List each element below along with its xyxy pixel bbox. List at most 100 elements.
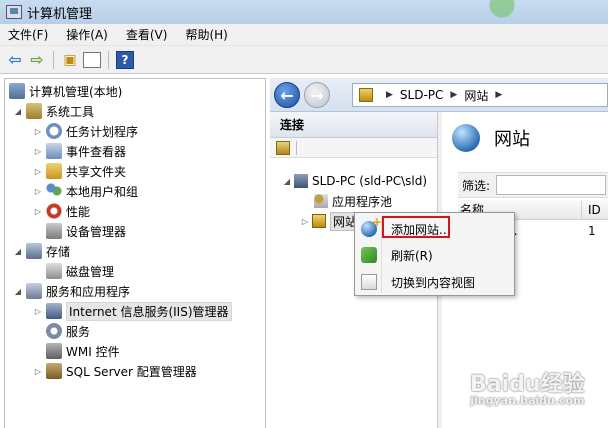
tree-item-shared-folders[interactable]: ▷ 共享文件夹	[33, 161, 126, 181]
breadcrumb-sites[interactable]: 网站	[464, 87, 488, 104]
refresh-icon	[361, 247, 377, 263]
disk-icon	[46, 263, 62, 279]
tree-item-label: 服务和应用程序	[46, 284, 131, 299]
menu-bar: 文件(F) 操作(A) 查看(V) 帮助(H)	[0, 24, 608, 46]
tree-item-label: 系统工具	[46, 104, 95, 119]
tree-item-services[interactable]: 服务	[46, 321, 90, 341]
content-view-icon	[361, 274, 377, 290]
console-tree: 计算机管理(本地) ◢ 系统工具 ▷ 任务计划程序 ▷ 事件查看器 ▷ 共享文件…	[4, 78, 266, 428]
toolbar: ⇦ ⇨ ▣ ?	[0, 46, 608, 74]
menu-action[interactable]: 操作(A)	[66, 26, 108, 43]
tree-item-label: 事件查看器	[66, 144, 127, 159]
computer-management-icon	[6, 5, 22, 19]
tree-item-system-tools[interactable]: ◢ 系统工具	[13, 101, 94, 121]
tree-item-iis-manager[interactable]: ▷ Internet 信息服务(IIS)管理器	[33, 301, 232, 321]
watermark-sub: jingyan.baidu.com	[470, 394, 585, 407]
tree-item-device-manager[interactable]: 设备管理器	[46, 221, 126, 241]
clock-icon	[46, 123, 62, 139]
tree-item-label: 本地用户和组	[66, 184, 139, 199]
tree-item-label: SLD-PC (sld-PC\sld)	[312, 174, 428, 188]
breadcrumb-arrow-icon[interactable]: ▶	[450, 90, 457, 100]
tree-item-task-scheduler[interactable]: ▷ 任务计划程序	[33, 121, 138, 141]
filter-label: 筛选:	[462, 178, 491, 193]
sites-folder-icon	[312, 214, 326, 228]
tree-item-label: 共享文件夹	[66, 164, 127, 179]
tree-item-computer-management[interactable]: 计算机管理(本地)	[9, 81, 122, 101]
tree-item-label: WMI 控件	[66, 344, 120, 359]
tree-item-event-viewer[interactable]: ▷ 事件查看器	[33, 141, 126, 161]
title-decoration	[472, 0, 532, 24]
add-website-icon	[361, 215, 382, 237]
gear-icon	[46, 323, 62, 339]
tree-item-storage[interactable]: ◢ 存储	[13, 241, 70, 261]
toolbar-separator	[53, 50, 54, 69]
sites-title: 网站	[494, 129, 530, 150]
up-folder-icon[interactable]: ▣	[61, 51, 79, 69]
tree-item-performance[interactable]: ▷ 性能	[33, 201, 90, 221]
menu-view[interactable]: 查看(V)	[126, 26, 168, 43]
connections-tree-sites[interactable]: ▷ 网站	[300, 211, 361, 231]
sql-icon	[46, 363, 62, 379]
breadcrumb-arrow-icon[interactable]: ▶	[495, 90, 502, 100]
filter-input[interactable]	[496, 175, 607, 195]
expand-icon[interactable]: ▷	[33, 167, 43, 176]
back-button[interactable]: ←	[274, 82, 300, 108]
site-folder-icon	[359, 88, 373, 102]
tree-item-label: Internet 信息服务(IIS)管理器	[66, 301, 232, 321]
expand-icon[interactable]: ▷	[33, 207, 43, 216]
performance-icon	[46, 203, 62, 219]
collapse-icon[interactable]: ◢	[13, 287, 23, 296]
sites-header: 网站	[452, 124, 530, 152]
expand-icon[interactable]: ▷	[33, 367, 43, 376]
iis-icon	[46, 303, 62, 319]
tree-item-label: 设备管理器	[66, 224, 127, 239]
menu-help[interactable]: 帮助(H)	[185, 26, 227, 43]
tree-item-label: 性能	[66, 204, 91, 219]
storage-icon	[26, 243, 42, 259]
tree-item-services-apps[interactable]: ◢ 服务和应用程序	[13, 281, 130, 301]
collapse-icon[interactable]: ◢	[13, 247, 23, 256]
tree-item-local-users[interactable]: ▷ 本地用户和组	[33, 181, 138, 201]
column-header-id[interactable]: ID	[582, 203, 601, 217]
services-apps-icon	[26, 283, 42, 299]
expand-icon[interactable]: ▷	[33, 127, 43, 136]
help-icon[interactable]: ?	[116, 50, 134, 69]
show-hide-tree-icon[interactable]	[83, 51, 101, 68]
connections-tree-app-pools[interactable]: 应用程序池	[314, 192, 392, 210]
menu-item-refresh[interactable]: 刷新(R)	[357, 243, 512, 267]
menu-item-label: 刷新(R)	[391, 248, 433, 263]
connections-header: 连接	[270, 112, 437, 138]
tree-item-sql-config[interactable]: ▷ SQL Server 配置管理器	[33, 361, 197, 381]
toolbar-separator	[296, 140, 297, 155]
expand-icon[interactable]: ▷	[33, 147, 43, 156]
window-title: 计算机管理	[27, 6, 93, 22]
users-icon	[46, 183, 62, 199]
breadcrumb-server[interactable]: SLD-PC	[400, 88, 444, 102]
tree-item-label: 应用程序池	[332, 194, 393, 209]
globe-icon	[452, 124, 480, 152]
tree-item-label: 计算机管理(本地)	[29, 84, 123, 99]
collapse-icon[interactable]: ◢	[282, 177, 292, 186]
breadcrumb-arrow-icon[interactable]: ▶	[386, 90, 393, 100]
tree-item-wmi-control[interactable]: WMI 控件	[46, 341, 120, 361]
menu-item-content-view[interactable]: 切换到内容视图	[357, 270, 512, 294]
connections-tree-server[interactable]: ◢ SLD-PC (sld-PC\sld)	[282, 172, 427, 190]
forward-arrow-icon[interactable]: ⇨	[28, 50, 46, 69]
connect-icon[interactable]	[276, 140, 290, 155]
event-log-icon	[46, 143, 62, 159]
tree-item-label: 服务	[66, 324, 91, 339]
collapse-icon[interactable]: ◢	[13, 107, 23, 116]
shared-folder-icon	[46, 163, 62, 179]
menu-file[interactable]: 文件(F)	[8, 26, 48, 43]
expand-icon[interactable]: ▷	[300, 217, 310, 226]
tree-item-disk-management[interactable]: 磁盘管理	[46, 261, 114, 281]
highlight-annotation	[382, 216, 450, 238]
server-icon	[294, 174, 308, 188]
wmi-icon	[46, 343, 62, 359]
expand-icon[interactable]: ▷	[33, 307, 43, 316]
toolbar-separator	[108, 50, 109, 69]
forward-button[interactable]: →	[304, 82, 330, 108]
back-arrow-icon[interactable]: ⇦	[6, 50, 24, 69]
address-bar[interactable]: ▶ SLD-PC ▶ 网站 ▶	[352, 83, 608, 107]
expand-icon[interactable]: ▷	[33, 187, 43, 196]
